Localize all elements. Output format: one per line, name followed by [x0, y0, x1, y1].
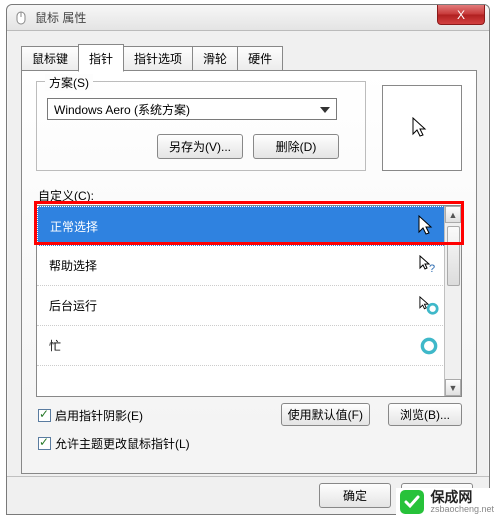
button-label: 浏览(B)...	[400, 408, 450, 422]
scroll-thumb[interactable]	[447, 226, 460, 286]
cursor-busy-icon	[409, 335, 449, 357]
tab-buttons[interactable]: 鼠标键	[21, 46, 79, 71]
close-button[interactable]: X	[437, 5, 485, 25]
cursor-arrow-icon	[408, 215, 448, 237]
scheme-selected-value: Windows Aero (系统方案)	[54, 101, 190, 118]
pointer-shadow-checkbox-row: 启用指针阴影(E)	[38, 407, 143, 424]
custom-cursor-list[interactable]: 正常选择 帮助选择 后台运行	[36, 205, 462, 397]
tab-label: 指针	[89, 52, 113, 66]
theme-change-checkbox-row: 允许主题更改鼠标指针(L)	[38, 435, 190, 452]
theme-change-label: 允许主题更改鼠标指针(L)	[55, 435, 190, 452]
browse-button[interactable]: 浏览(B)...	[388, 403, 462, 426]
tab-label: 滑轮	[203, 52, 227, 66]
list-item-normal-select[interactable]: 正常选择	[37, 206, 461, 246]
window-title: 鼠标 属性	[35, 9, 86, 26]
tab-pointer-options[interactable]: 指针选项	[123, 46, 193, 71]
button-label: 确定	[343, 489, 367, 503]
custom-list-label: 自定义(C):	[38, 187, 94, 204]
tab-hardware[interactable]: 硬件	[237, 46, 283, 71]
tabstrip: 鼠标键 指针 指针选项 滑轮 硬件	[21, 49, 282, 71]
close-icon: X	[457, 8, 465, 22]
cursor-help-icon	[409, 255, 449, 277]
watermark-url: zsbaocheng.net	[430, 505, 494, 515]
delete-scheme-button[interactable]: 删除(D)	[253, 134, 339, 159]
button-label: 删除(D)	[276, 140, 317, 154]
scheme-select[interactable]: Windows Aero (系统方案)	[47, 98, 337, 120]
cursor-arrow-icon	[412, 117, 432, 139]
save-scheme-button[interactable]: 另存为(V)...	[157, 134, 243, 159]
button-label: 使用默认值(F)	[288, 408, 363, 422]
ok-button[interactable]: 确定	[319, 483, 391, 508]
list-item-label: 正常选择	[50, 218, 98, 235]
tab-pointers[interactable]: 指针	[78, 44, 124, 72]
tabpanel-pointers: 方案(S) Windows Aero (系统方案) 另存为(V)... 删除(D…	[21, 70, 477, 474]
tab-label: 鼠标键	[32, 52, 68, 66]
watermark-logo-icon	[400, 490, 424, 514]
tab-label: 指针选项	[134, 52, 182, 66]
button-label: 另存为(V)...	[169, 140, 231, 154]
list-scrollbar[interactable]: ▲ ▼	[444, 206, 461, 396]
cursor-bg-busy-icon	[409, 295, 449, 317]
list-item-label: 后台运行	[49, 297, 97, 314]
list-item-background-busy[interactable]: 后台运行	[37, 286, 461, 326]
list-item-label: 帮助选择	[49, 257, 97, 274]
mouse-properties-window: 鼠标 属性 X 鼠标键 指针 指针选项 滑轮 硬件 方案(S) Windows …	[6, 4, 490, 515]
app-icon	[15, 11, 29, 25]
pointer-shadow-checkbox[interactable]	[38, 409, 51, 422]
pointer-preview	[382, 85, 462, 171]
scroll-up-button[interactable]: ▲	[445, 206, 461, 223]
custom-list-container: 正常选择 帮助选择 后台运行	[36, 205, 462, 397]
pointer-shadow-label: 启用指针阴影(E)	[55, 407, 143, 424]
scheme-group: 方案(S) Windows Aero (系统方案) 另存为(V)... 删除(D…	[36, 81, 366, 171]
theme-change-checkbox[interactable]	[38, 437, 51, 450]
use-defaults-button[interactable]: 使用默认值(F)	[281, 403, 370, 426]
tab-label: 硬件	[248, 52, 272, 66]
list-item-busy[interactable]: 忙	[37, 326, 461, 366]
list-item-label: 忙	[49, 337, 61, 354]
watermark-badge: 保成网 zsbaocheng.net	[396, 488, 498, 517]
chevron-down-icon	[316, 101, 334, 119]
list-item-help-select[interactable]: 帮助选择	[37, 246, 461, 286]
scheme-legend: 方案(S)	[45, 74, 93, 91]
scroll-down-button[interactable]: ▼	[445, 379, 461, 396]
tab-wheel[interactable]: 滑轮	[192, 46, 238, 71]
watermark-title: 保成网	[430, 490, 494, 505]
titlebar: 鼠标 属性 X	[7, 5, 489, 31]
